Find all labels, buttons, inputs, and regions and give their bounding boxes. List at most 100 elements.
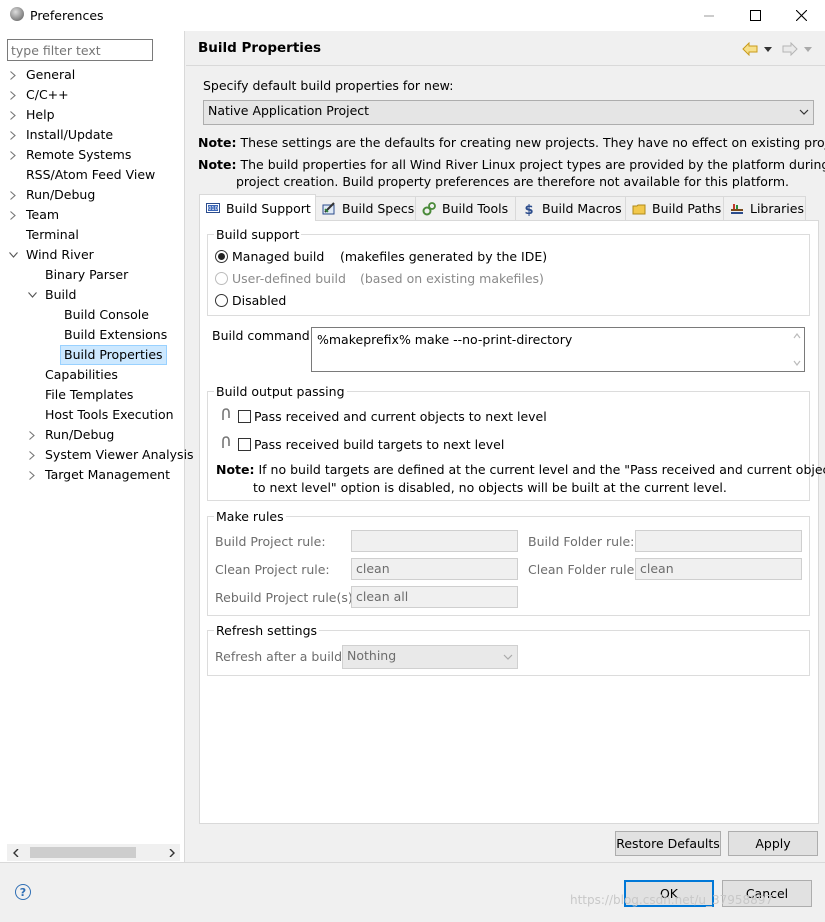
tree-item[interactable]: Build: [45, 285, 76, 305]
note-defaults: Note: These settings are the defaults fo…: [198, 135, 825, 150]
clean-project-rule-label: Clean Project rule:: [215, 562, 330, 577]
tree-item[interactable]: Target Management: [45, 465, 170, 485]
build-command-input[interactable]: %makeprefix% make --no-print-directory: [311, 327, 805, 372]
pass-objects-checkbox[interactable]: [238, 410, 251, 423]
tree-item[interactable]: Build Extensions: [64, 325, 167, 345]
refresh-after-build-select[interactable]: Nothing: [342, 645, 518, 669]
tab-libraries[interactable]: Libraries: [723, 196, 806, 220]
chevron-down-icon: [799, 109, 809, 115]
managed-build-label[interactable]: Managed build: [232, 249, 324, 264]
svg-text:010: 010: [208, 206, 218, 212]
scroll-left-icon[interactable]: [7, 844, 24, 861]
tree-item[interactable]: Terminal: [26, 225, 79, 245]
chevron-right-icon[interactable]: [27, 445, 37, 465]
tab-build-specs[interactable]: Build Specs: [315, 196, 416, 220]
tree-item[interactable]: C/C++: [26, 85, 69, 105]
build-output-passing-group-title: Build output passing: [214, 384, 347, 399]
chevron-down-icon: [503, 654, 513, 660]
user-defined-build-radio[interactable]: [215, 272, 228, 285]
chevron-right-icon[interactable]: [8, 205, 18, 225]
minimize-icon: [704, 15, 714, 16]
chevron-right-icon[interactable]: [27, 425, 37, 445]
build-support-group-title: Build support: [214, 227, 302, 242]
clean-project-rule-input[interactable]: clean: [351, 558, 518, 580]
tab-build-support[interactable]: 010 Build Support: [199, 194, 316, 221]
tree-item[interactable]: Help: [26, 105, 55, 125]
tree-item[interactable]: Wind River: [26, 245, 94, 265]
refresh-after-build-value: Nothing: [347, 648, 397, 663]
user-defined-build-label[interactable]: User-defined build: [232, 271, 346, 286]
chevron-right-icon[interactable]: [8, 125, 18, 145]
tree-horizontal-scrollbar[interactable]: [7, 844, 180, 861]
libraries-icon: [731, 203, 743, 214]
pass-objects-label[interactable]: Pass received and current objects to nex…: [254, 409, 547, 424]
tree-item[interactable]: Build Properties: [60, 345, 167, 365]
forward-button[interactable]: [781, 41, 799, 57]
pass-targets-label[interactable]: Pass received build targets to next leve…: [254, 437, 504, 452]
pass-targets-checkbox[interactable]: [238, 438, 251, 451]
chevron-down-icon[interactable]: [8, 245, 18, 265]
back-button[interactable]: [741, 41, 759, 57]
disabled-build-label[interactable]: Disabled: [232, 293, 286, 308]
tree-item[interactable]: General: [26, 65, 75, 85]
project-type-select[interactable]: Native Application Project: [203, 100, 814, 125]
output-passing-note-line1: Note: If no build targets are defined at…: [216, 462, 825, 477]
managed-build-description: (makefiles generated by the IDE): [340, 249, 548, 264]
tree-item[interactable]: Binary Parser: [45, 265, 128, 285]
tab-build-macros[interactable]: $ Build Macros: [515, 196, 626, 220]
tree-item[interactable]: RSS/Atom Feed View: [26, 165, 155, 185]
help-icon[interactable]: ?: [15, 884, 31, 900]
tab-build-tools[interactable]: Build Tools: [415, 196, 516, 220]
apply-button[interactable]: Apply: [728, 831, 818, 856]
scroll-up-icon[interactable]: [793, 333, 801, 339]
chevron-right-icon[interactable]: [27, 465, 37, 485]
build-folder-rule-label: Build Folder rule:: [528, 534, 635, 549]
back-arrow-icon: [742, 42, 758, 56]
tab-build-paths[interactable]: Build Paths: [625, 196, 724, 220]
chevron-right-icon[interactable]: [8, 145, 18, 165]
build-folder-rule-input[interactable]: [635, 530, 802, 552]
scroll-down-icon[interactable]: [793, 360, 801, 366]
minimize-button[interactable]: [686, 0, 732, 31]
tree-item[interactable]: Capabilities: [45, 365, 118, 385]
maximize-button[interactable]: [732, 0, 778, 31]
tree-item[interactable]: Remote Systems: [26, 145, 131, 165]
back-menu-button[interactable]: [763, 41, 773, 57]
managed-build-radio[interactable]: [215, 250, 228, 263]
tree-item[interactable]: Install/Update: [26, 125, 113, 145]
dropdown-icon: [804, 46, 812, 52]
chevron-right-icon[interactable]: [8, 105, 18, 125]
chevron-right-icon[interactable]: [8, 65, 18, 85]
build-command-value: %makeprefix% make --no-print-directory: [317, 332, 573, 347]
build-paths-icon: [632, 204, 646, 214]
maximize-icon: [749, 10, 761, 21]
tree-item[interactable]: Team: [26, 205, 59, 225]
preferences-tree-pane: GeneralC/C++HelpInstall/UpdateRemote Sys…: [0, 31, 194, 862]
rebuild-project-rule-input[interactable]: clean all: [351, 586, 518, 608]
scroll-right-icon[interactable]: [163, 844, 180, 861]
make-rules-group-title: Make rules: [214, 509, 286, 524]
refresh-after-build-label: Refresh after a build:: [215, 649, 347, 664]
filter-input[interactable]: [7, 39, 153, 61]
chevron-right-icon[interactable]: [8, 85, 18, 105]
forward-menu-button[interactable]: [803, 41, 813, 57]
tree-item[interactable]: System Viewer Analysis: [45, 445, 194, 465]
app-icon: [10, 7, 24, 21]
tree-item[interactable]: Run/Debug: [45, 425, 114, 445]
restore-defaults-button[interactable]: Restore Defaults: [615, 831, 721, 856]
build-specs-icon: [322, 201, 335, 214]
build-project-rule-input[interactable]: [351, 530, 518, 552]
tree-item[interactable]: Run/Debug: [26, 185, 95, 205]
tree-item[interactable]: Host Tools Execution: [45, 405, 174, 425]
rebuild-project-rule-label: Rebuild Project rule(s):: [215, 590, 357, 605]
tree-item[interactable]: Build Console: [64, 305, 149, 325]
scroll-thumb[interactable]: [30, 847, 136, 858]
build-project-rule-label: Build Project rule:: [215, 534, 326, 549]
clean-folder-rule-input[interactable]: clean: [635, 558, 802, 580]
disabled-build-radio[interactable]: [215, 294, 228, 307]
forward-arrow-icon: [782, 42, 798, 56]
close-button[interactable]: [778, 0, 824, 31]
chevron-right-icon[interactable]: [8, 185, 18, 205]
chevron-down-icon[interactable]: [27, 285, 37, 305]
tree-item[interactable]: File Templates: [45, 385, 133, 405]
